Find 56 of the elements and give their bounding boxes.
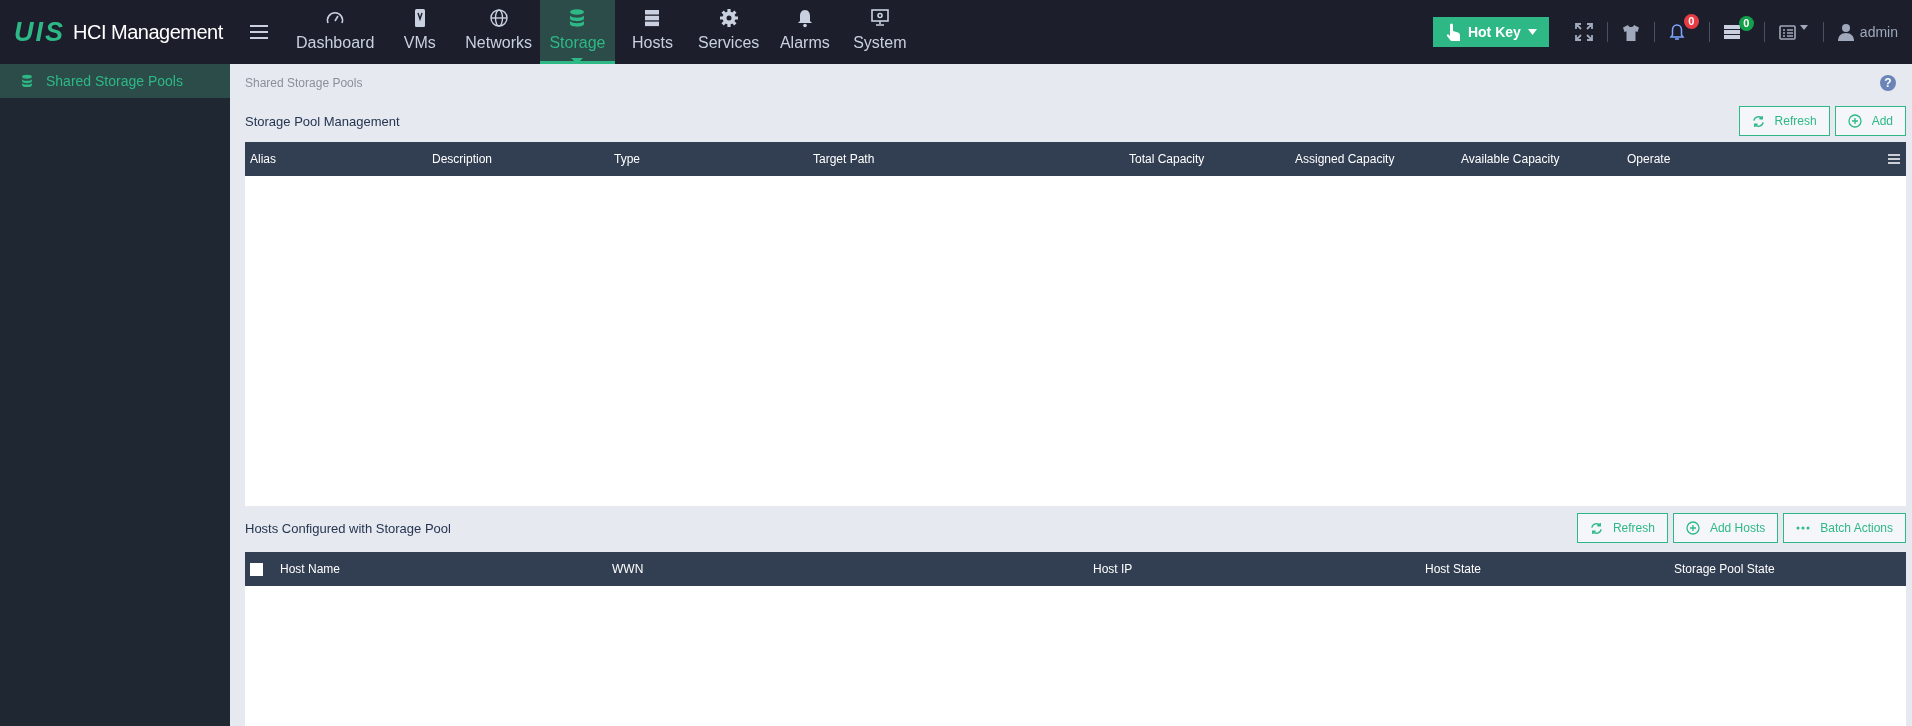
sidebar-item[interactable]: Shared Storage Pools xyxy=(0,64,230,98)
column-header: WWN xyxy=(611,562,645,576)
bell-icon[interactable] xyxy=(1668,23,1685,41)
column-header: Type xyxy=(613,152,641,166)
column-header: Available Capacity xyxy=(1460,152,1561,166)
nav-tab[interactable]: VMs xyxy=(382,0,458,64)
refresh-icon xyxy=(1589,521,1603,535)
add-button[interactable]: Add Hosts xyxy=(1672,513,1779,543)
column-header: Description xyxy=(431,152,494,166)
breadcrumb[interactable]: Shared Storage Pools xyxy=(245,76,363,90)
fullscreen-icon[interactable] xyxy=(1574,23,1593,41)
plus-circle-icon xyxy=(1685,521,1700,535)
nav-tab[interactable]: Services xyxy=(689,0,768,64)
gear-icon xyxy=(718,8,739,28)
list-dropdown-icon[interactable] xyxy=(1778,24,1809,40)
alarm-count-badge: 0 xyxy=(1683,14,1699,29)
server-icon[interactable] xyxy=(1723,25,1740,39)
app-title: HCI Management xyxy=(73,20,223,44)
batch-actions-button[interactable]: Batch Actions xyxy=(1783,513,1906,543)
globe-icon xyxy=(488,8,509,28)
database-icon xyxy=(20,73,34,89)
caret-icon xyxy=(1527,29,1537,35)
task-count-badge: 0 xyxy=(1738,16,1754,31)
column-header: Total Capacity xyxy=(1128,152,1206,166)
refresh-button[interactable]: Refresh xyxy=(1738,106,1830,136)
nav-tab[interactable]: System xyxy=(842,0,918,64)
more-icon xyxy=(1796,526,1811,530)
shirt-icon[interactable] xyxy=(1621,23,1640,41)
column-header: Target Path xyxy=(812,152,876,166)
column-menu-icon[interactable] xyxy=(1888,154,1900,164)
section-title: Storage Pool Management xyxy=(245,113,400,129)
select-all-checkbox[interactable] xyxy=(250,562,263,576)
nav-tab[interactable]: Dashboard xyxy=(288,0,383,64)
user-icon[interactable] xyxy=(1837,23,1854,41)
hand-pointer-icon xyxy=(1444,22,1461,42)
column-header: Host IP xyxy=(1092,562,1134,576)
plus-circle-icon xyxy=(1847,114,1862,128)
nav-tab[interactable]: Alarms xyxy=(767,0,843,64)
section-title: Hosts Configured with Storage Pool xyxy=(245,520,451,536)
refresh-icon xyxy=(1751,114,1765,128)
refresh-button[interactable]: Refresh xyxy=(1576,513,1668,543)
menu-icon[interactable] xyxy=(250,25,268,39)
monitor-icon xyxy=(869,8,890,28)
column-header: Host Name xyxy=(279,562,342,576)
column-header: Storage Pool State xyxy=(1673,562,1775,576)
add-button[interactable]: Add xyxy=(1834,106,1906,136)
brand-logo: UIS xyxy=(14,16,65,48)
help-button[interactable]: ? xyxy=(1880,75,1896,91)
nav-tab[interactable]: Networks xyxy=(457,0,540,64)
hot-key-button[interactable]: Hot Key xyxy=(1432,17,1549,47)
user-name[interactable]: admin xyxy=(1859,24,1898,40)
column-header: Assigned Capacity xyxy=(1294,152,1396,166)
nav-tab[interactable]: Hosts xyxy=(614,0,690,64)
column-header: Alias xyxy=(249,152,277,166)
column-header: Host State xyxy=(1424,562,1483,576)
column-header: Operate xyxy=(1626,152,1671,166)
